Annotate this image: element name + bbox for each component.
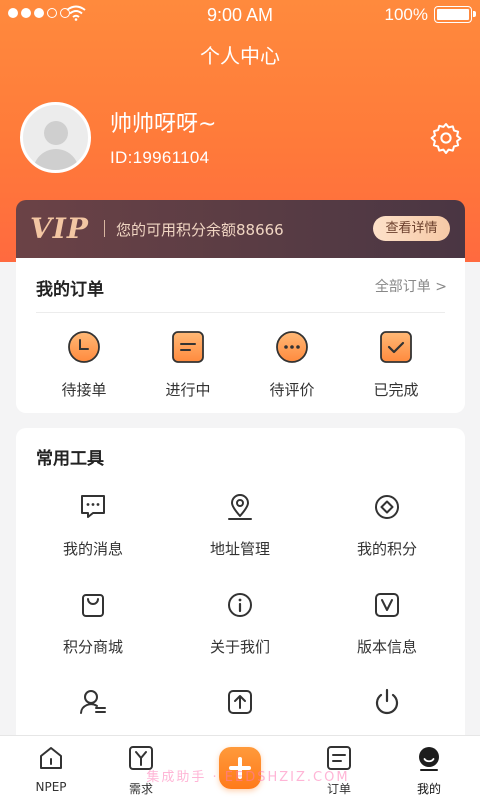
home-icon <box>40 747 62 769</box>
clock-icon <box>68 331 100 363</box>
page-title: 个人中心 <box>200 44 280 68</box>
profile-icon <box>419 747 439 771</box>
all-orders-link[interactable]: 全部订单 > <box>375 276 447 296</box>
tool-user-manage[interactable] <box>18 687 168 733</box>
tool-about-us[interactable]: 关于我们 <box>165 590 315 657</box>
bottom-tab-bar: NPEP 需求 订单 我的 集成助手 · EEDSHZIZ.COM <box>0 735 480 800</box>
demand-icon <box>129 746 153 770</box>
user-manage-icon <box>80 690 106 714</box>
order-item-completed[interactable]: 已完成 <box>341 330 451 400</box>
location-icon <box>228 494 252 520</box>
order-icon <box>327 746 351 770</box>
message-icon <box>81 495 105 518</box>
tab-label: NPEP <box>35 780 67 794</box>
points-icon <box>375 495 399 519</box>
tab-orders[interactable]: 订单 <box>299 745 379 797</box>
tab-label: 订单 <box>326 782 351 796</box>
info-icon <box>228 593 252 617</box>
battery-percent: 100% <box>384 5 428 24</box>
tools-title: 常用工具 <box>36 449 104 469</box>
tool-my-points[interactable]: 我的积分 <box>312 492 462 559</box>
orders-card: 我的订单 全部订单 > 待接单 进行中 待评价 已完成 <box>16 258 465 413</box>
tab-npep[interactable]: NPEP <box>11 745 91 794</box>
view-details-button[interactable]: 查看详情 <box>373 216 450 241</box>
version-icon <box>375 593 399 617</box>
shopping-bag-icon <box>82 594 104 617</box>
status-bar: 9:00 AM 100% <box>0 2 480 26</box>
tool-label: 我的积分 <box>356 540 417 558</box>
check-icon <box>380 331 412 363</box>
plus-icon <box>229 757 251 779</box>
tool-upload[interactable] <box>165 687 315 733</box>
tool-address-management[interactable]: 地址管理 <box>165 492 315 559</box>
comment-icon <box>276 331 308 363</box>
in-progress-icon <box>172 331 204 363</box>
tool-my-messages[interactable]: 我的消息 <box>18 492 168 559</box>
order-label: 待接单 <box>61 381 107 399</box>
settings-gear-icon[interactable] <box>429 121 463 155</box>
vip-points-text: 您的可用积分余额88666 <box>116 221 284 239</box>
tab-label: 需求 <box>128 782 153 796</box>
order-label: 进行中 <box>165 381 211 399</box>
order-item-pending[interactable]: 待接单 <box>29 330 139 400</box>
tool-label: 地址管理 <box>209 540 270 558</box>
user-name: 帅帅呀呀~ <box>110 112 217 137</box>
tool-label: 版本信息 <box>356 638 417 656</box>
orders-title: 我的订单 <box>36 280 104 300</box>
battery-icon <box>434 6 476 23</box>
tab-demand[interactable]: 需求 <box>101 745 181 797</box>
tool-version-info[interactable]: 版本信息 <box>312 590 462 657</box>
vip-divider <box>104 220 105 237</box>
tool-label: 我的消息 <box>62 540 123 558</box>
order-label: 待评价 <box>269 381 315 399</box>
vip-banner: VIP 您的可用积分余额88666 查看详情 <box>16 200 465 258</box>
order-label: 已完成 <box>373 381 419 399</box>
tools-card: 常用工具 我的消息 地址管理 我的积分 积分商城 关于我们 版本信息 <box>16 428 465 748</box>
power-icon <box>375 688 399 715</box>
publish-plus-button[interactable] <box>219 747 261 789</box>
upload-icon <box>228 690 252 714</box>
tool-points-mall[interactable]: 积分商城 <box>18 590 168 657</box>
order-item-to-review[interactable]: 待评价 <box>237 330 347 400</box>
user-id: ID:19961104 <box>110 148 210 167</box>
tool-logout[interactable] <box>312 687 462 733</box>
tool-label: 积分商城 <box>62 638 123 656</box>
tab-label: 我的 <box>416 782 441 796</box>
tool-label: 关于我们 <box>209 638 270 656</box>
divider <box>36 312 445 313</box>
vip-logo: VIP <box>30 212 89 245</box>
tab-mine[interactable]: 我的 <box>389 745 469 797</box>
order-item-in-progress[interactable]: 进行中 <box>133 330 243 400</box>
avatar[interactable] <box>20 102 91 173</box>
